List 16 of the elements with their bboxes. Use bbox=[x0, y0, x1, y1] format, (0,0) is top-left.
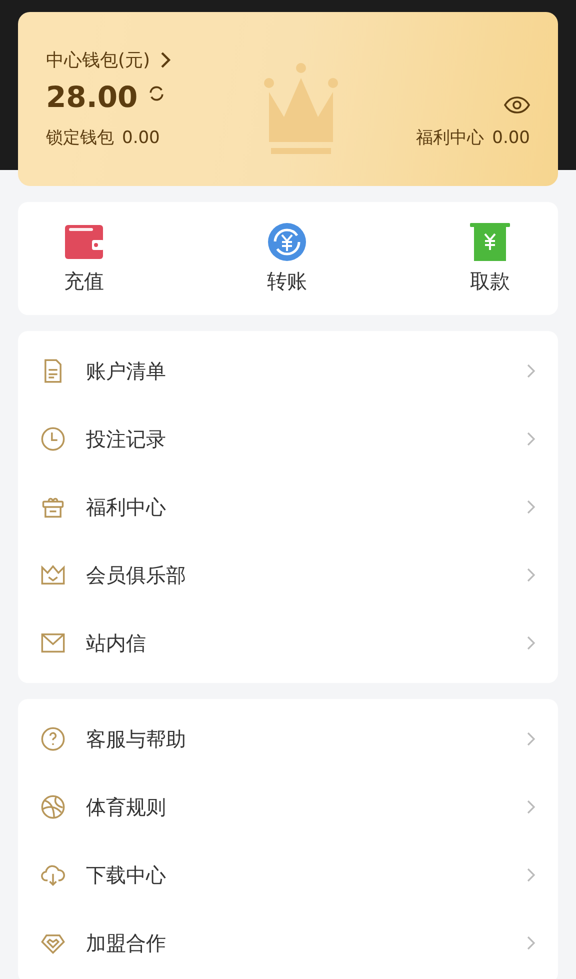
locked-wallet-label: 锁定钱包 0.00 bbox=[46, 127, 160, 149]
action-button[interactable]: 取款 bbox=[470, 222, 510, 295]
menu-item[interactable]: 体育规则 bbox=[18, 773, 558, 841]
menu-item[interactable]: 站内信 bbox=[18, 609, 558, 677]
menu-item[interactable]: 加盟合作 bbox=[18, 909, 558, 977]
action-button[interactable]: 充值 bbox=[64, 222, 104, 295]
menu-item[interactable]: 账户清单 bbox=[18, 337, 558, 405]
menu-item[interactable]: 客服与帮助 bbox=[18, 705, 558, 773]
menu-item[interactable]: 福利中心 bbox=[18, 473, 558, 541]
menu-item[interactable]: 下载中心 bbox=[18, 841, 558, 909]
welfare-center-label: 福利中心 0.00 bbox=[416, 127, 530, 149]
action-button[interactable]: 转账 bbox=[267, 222, 307, 295]
wallet-title[interactable]: 中心钱包(元) bbox=[46, 48, 150, 72]
balance-amount: 28.00 bbox=[46, 80, 138, 114]
menu-item[interactable]: 投注记录 bbox=[18, 405, 558, 473]
menu-item[interactable]: 会员俱乐部 bbox=[18, 541, 558, 609]
